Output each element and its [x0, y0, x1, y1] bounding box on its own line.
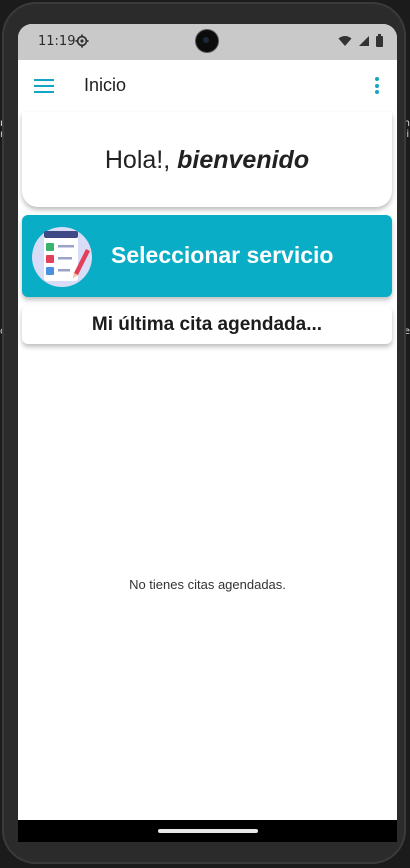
welcome-emphasis: bienvenido	[177, 146, 310, 174]
gear-icon	[75, 34, 89, 48]
welcome-card: Hola!, bienvenido	[22, 112, 392, 207]
welcome-text: Hola!, bienvenido	[22, 146, 392, 175]
page-title: Inicio	[84, 75, 127, 95]
signal-icon	[359, 35, 369, 46]
home-gesture-handle[interactable]	[158, 829, 258, 833]
hamburger-menu-icon[interactable]	[34, 76, 54, 96]
select-service-button[interactable]: Seleccionar servicio	[22, 215, 392, 297]
battery-icon	[376, 34, 383, 47]
last-appointment-title: Mi última cita agendada...	[91, 314, 323, 335]
app-bar: Inicio	[18, 60, 397, 114]
status-time: 11:19	[38, 34, 76, 49]
empty-appointments-message: No tienes citas agendadas.	[129, 577, 286, 592]
status-bar: 11:19	[18, 24, 397, 60]
select-service-label: Seleccionar servicio	[111, 242, 334, 268]
wifi-icon	[338, 35, 352, 46]
checklist-icon	[32, 227, 92, 287]
more-vert-icon[interactable]	[371, 77, 383, 97]
app-screen: 11:19 Inicio Hola!, bienvenido Seleccion…	[18, 24, 397, 842]
front-camera	[196, 30, 218, 52]
last-appointment-card: Mi última cita agendada...	[22, 306, 392, 344]
welcome-greeting: Hola!,	[104, 146, 171, 174]
phone-frame: 11:19 Inicio Hola!, bienvenido Seleccion…	[2, 2, 406, 864]
system-navigation-bar	[18, 820, 397, 842]
